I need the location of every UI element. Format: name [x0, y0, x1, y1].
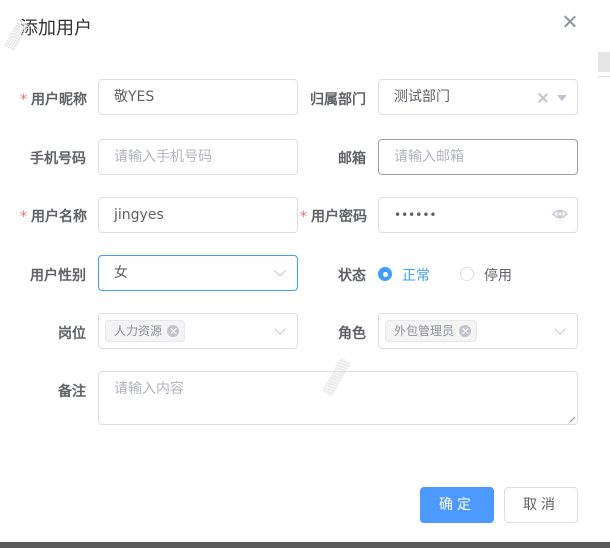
- tag-close-icon[interactable]: [459, 325, 472, 337]
- status-label: 状态: [338, 268, 366, 284]
- phone-label: 手机号码: [30, 151, 86, 167]
- status-option-normal[interactable]: 正常: [402, 265, 430, 285]
- email-label: 邮箱: [338, 151, 366, 167]
- phone-input[interactable]: 请输入手机号码: [98, 139, 298, 175]
- background-overlay-edge: [0, 542, 610, 548]
- gender-label: 用户性别: [30, 268, 86, 284]
- role-label: 角色: [338, 326, 366, 342]
- nickname-label: 用户昵称: [20, 89, 87, 109]
- nickname-input[interactable]: 敬YES: [98, 79, 298, 115]
- password-input[interactable]: ••••••: [378, 197, 578, 233]
- clear-icon[interactable]: [537, 92, 549, 104]
- username-input[interactable]: jingyes: [98, 197, 298, 233]
- add-user-dialog: 添加用户 用户昵称 敬YES 归属部门 测试部门 手机号码 请输入手机号码 邮箱…: [0, 0, 598, 542]
- confirm-button[interactable]: 确定: [420, 487, 494, 523]
- close-icon[interactable]: [561, 13, 579, 31]
- resize-handle-icon[interactable]: [569, 416, 575, 422]
- cancel-button[interactable]: 取消: [504, 487, 578, 523]
- username-label: 用户名称: [20, 206, 87, 226]
- post-tag: 人力资源: [105, 320, 186, 342]
- remark-label: 备注: [58, 384, 86, 400]
- status-option-disabled[interactable]: 停用: [484, 265, 512, 285]
- status-radio-normal[interactable]: [378, 267, 392, 281]
- password-label: 用户密码: [300, 206, 367, 226]
- role-tag: 外包管理员: [385, 320, 478, 342]
- caret-down-icon: [557, 95, 567, 101]
- email-input[interactable]: 请输入邮箱: [378, 139, 578, 175]
- dialog-title: 添加用户: [20, 18, 92, 39]
- status-radio-disabled[interactable]: [460, 267, 474, 281]
- eye-icon[interactable]: [552, 208, 568, 220]
- background-page-edge: [598, 0, 610, 548]
- tag-close-icon[interactable]: [167, 325, 180, 337]
- department-label: 归属部门: [310, 92, 366, 108]
- post-label: 岗位: [58, 326, 86, 342]
- gender-select[interactable]: 女: [98, 255, 298, 291]
